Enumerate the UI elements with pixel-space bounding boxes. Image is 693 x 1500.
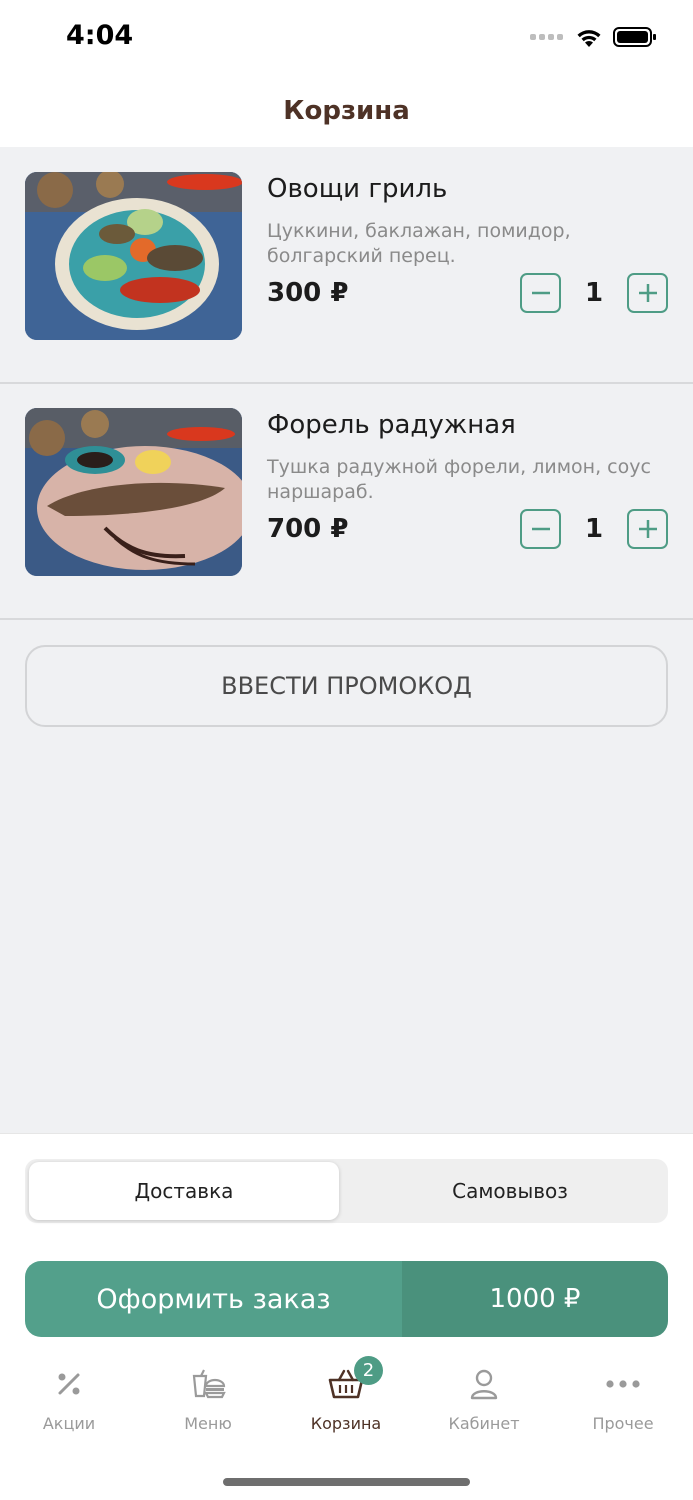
cellular-signal-icon — [530, 34, 563, 40]
item-name[interactable]: Форель радужная — [267, 410, 516, 440]
user-icon — [424, 1364, 544, 1404]
item-name[interactable]: Овощи гриль — [267, 174, 447, 204]
bottom-panel: Доставка Самовывоз Оформить заказ 1000 ₽… — [0, 1133, 693, 1500]
cart-item[interactable]: Форель радужная Тушка радужной форели, л… — [0, 384, 693, 620]
plus-icon — [638, 520, 657, 538]
tab-cart[interactable]: 2 Корзина — [286, 1356, 406, 1433]
item-price: 300 ₽ — [267, 278, 349, 308]
cart-count-badge: 2 — [354, 1356, 383, 1385]
percent-icon — [9, 1364, 129, 1404]
plus-icon — [638, 284, 657, 302]
page-title: Корзина — [283, 96, 410, 126]
tab-label: Акции — [42, 1414, 96, 1433]
tab-promotions[interactable]: Акции — [9, 1364, 129, 1433]
item-description: Тушка радужной форели, лимон, соус нарша… — [267, 456, 651, 503]
pickup-option[interactable]: Самовывоз — [355, 1162, 665, 1220]
minus-icon — [531, 291, 550, 295]
decrease-quantity-button[interactable] — [520, 509, 561, 549]
tab-label: Меню — [184, 1414, 232, 1433]
delivery-option[interactable]: Доставка — [29, 1162, 339, 1220]
item-price: 700 ₽ — [267, 514, 349, 544]
order-total[interactable]: 1000 ₽ — [402, 1261, 668, 1337]
menu-food-icon — [148, 1364, 268, 1404]
dish-photo[interactable] — [25, 408, 242, 576]
increase-quantity-button[interactable] — [627, 509, 668, 549]
wifi-icon — [577, 30, 601, 47]
more-icon — [563, 1364, 683, 1404]
decrease-quantity-button[interactable] — [520, 273, 561, 313]
item-description: Цуккини, баклажан, помидор, болгарский п… — [267, 220, 571, 267]
cart-item[interactable]: Овощи гриль Цуккини, баклажан, помидор, … — [0, 148, 693, 384]
status-bar: 4:04 — [0, 0, 693, 80]
tab-menu[interactable]: Меню — [148, 1364, 268, 1433]
promo-code-button[interactable]: ВВЕСТИ ПРОМОКОД — [25, 645, 668, 727]
checkout-label[interactable]: Оформить заказ — [25, 1261, 402, 1337]
home-indicator[interactable] — [223, 1478, 470, 1486]
item-quantity: 1 — [584, 514, 604, 544]
delivery-method-toggle[interactable]: Доставка Самовывоз — [25, 1159, 668, 1223]
status-time: 4:04 — [66, 20, 134, 51]
tab-bar: Акции Меню 2 Корзина Кабинет Прочее — [0, 1356, 693, 1454]
dish-photo[interactable] — [25, 172, 242, 340]
tab-label: Прочее — [592, 1414, 654, 1433]
tab-account[interactable]: Кабинет — [424, 1364, 544, 1433]
tab-more[interactable]: Прочее — [563, 1364, 683, 1433]
checkout-button[interactable]: Оформить заказ 1000 ₽ — [25, 1261, 668, 1337]
item-quantity: 1 — [584, 278, 604, 308]
tab-label: Кабинет — [448, 1414, 520, 1433]
increase-quantity-button[interactable] — [627, 273, 668, 313]
status-icons — [530, 26, 657, 48]
minus-icon — [531, 527, 550, 531]
basket-icon — [286, 1364, 406, 1404]
tab-label: Корзина — [310, 1414, 382, 1433]
battery-icon — [613, 27, 656, 47]
nav-header: Корзина — [0, 80, 693, 147]
